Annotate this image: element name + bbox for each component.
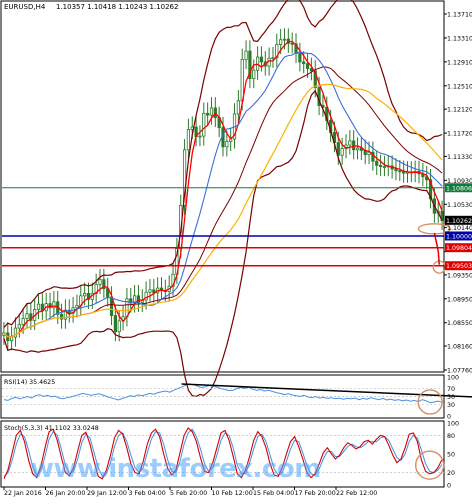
candle-body — [225, 141, 229, 148]
candle-body — [25, 313, 29, 319]
y-tick-label: 1.10530 — [447, 202, 472, 209]
trading-chart-window: EURUSD,H4 1.10357 1.10418 1.10243 1.1026… — [0, 0, 472, 500]
candle-body — [340, 148, 344, 156]
candle-body — [259, 56, 264, 63]
candle-body — [209, 107, 214, 116]
y-tick-label: 1.10140 — [447, 225, 472, 232]
x-tick-label: 26 Jan 20:00 — [46, 490, 86, 497]
y-tick-label: 1.08160 — [447, 344, 472, 351]
price-tag-label: 1.10000 — [446, 233, 472, 240]
stoch-title: Stoch(5,3,3) 41.1102 33.0248 — [4, 425, 99, 432]
y-tick-label: 1.13710 — [447, 12, 472, 19]
candle-body — [113, 315, 117, 333]
price-tag-label: 1.09804 — [446, 245, 472, 252]
candle-body — [98, 279, 102, 285]
candle-body — [252, 69, 256, 80]
candle-body — [290, 42, 294, 45]
current-price-tag: 1.10262 — [446, 218, 472, 225]
candle-body — [186, 129, 191, 151]
candle-body — [202, 112, 206, 137]
rsi-y-tick-label: 0 — [447, 414, 451, 421]
y-tick-label: 1.12510 — [447, 83, 472, 90]
candle-body — [10, 336, 14, 342]
chart-canvas: EURUSD,H4 1.10357 1.10418 1.10243 1.1026… — [0, 0, 472, 500]
candle-body — [378, 164, 383, 167]
candle-body — [352, 140, 356, 151]
y-tick-label: 1.12910 — [447, 59, 472, 66]
x-tick-label: 22 Feb 12:00 — [336, 490, 377, 497]
candle-body — [348, 140, 352, 146]
x-tick-label: 29 Jan 12:00 — [87, 490, 127, 497]
rsi-y-tick-label: 100 — [447, 375, 459, 382]
y-tick-label: 1.13310 — [447, 35, 472, 42]
projection-arrow-2 — [437, 250, 440, 265]
price-tag-label: 1.10806 — [446, 185, 472, 192]
y-tick-label: 1.12120 — [447, 107, 472, 114]
stoch-y-tick-label: 80 — [447, 433, 455, 440]
x-tick-label: 3 Feb 04:00 — [129, 490, 166, 497]
candle-body — [148, 289, 152, 293]
candle-body — [271, 57, 275, 60]
candle-body — [240, 59, 244, 102]
y-tick-label: 1.11330 — [447, 154, 472, 161]
candle-body — [198, 135, 202, 138]
rsi-y-tick-label: 70 — [447, 386, 455, 393]
rsi-y-tick-label: 50 — [447, 394, 455, 401]
candle-body — [394, 168, 398, 172]
y-tick-label: 1.11720 — [447, 131, 472, 138]
candle-body — [302, 61, 306, 65]
rsi-title: RSI(14) 35.4625 — [4, 379, 55, 386]
candle-body — [282, 38, 287, 41]
candle-body — [21, 318, 25, 325]
y-tick-label: 1.08950 — [447, 296, 472, 303]
candle-body — [52, 301, 56, 309]
candle-body — [236, 100, 240, 115]
candle-body — [298, 53, 302, 63]
candle-body — [398, 170, 402, 173]
stoch-y-tick-label: 20 — [447, 470, 455, 477]
x-tick-label: 5 Feb 20:00 — [170, 490, 207, 497]
candle-body — [83, 293, 87, 297]
price-tag-label: 1.09503 — [446, 263, 472, 270]
candle-body — [36, 303, 41, 310]
x-tick-label: 17 Feb 20:00 — [295, 490, 336, 497]
watermark-text: www.instaforex.com — [30, 454, 321, 484]
rsi-y-tick-label: 30 — [447, 402, 455, 409]
stoch-y-tick-label: 50 — [447, 452, 455, 459]
y-tick-label: 1.09350 — [447, 272, 472, 279]
candle-body — [355, 147, 360, 151]
candle-body — [305, 63, 310, 69]
candle-body — [117, 320, 121, 333]
x-tick-label: 10 Feb 12:00 — [212, 490, 253, 497]
candle-body — [206, 112, 210, 116]
candle-body — [375, 160, 379, 166]
x-tick-label: 22 Jan 2016 — [4, 490, 42, 497]
stoch-y-tick-label: 100 — [447, 421, 459, 428]
y-tick-label: 1.08550 — [447, 320, 472, 327]
y-tick-label: 1.07760 — [447, 368, 472, 375]
candle-body — [17, 324, 21, 329]
candle-body — [382, 166, 387, 168]
chart-ohlc-values: 1.10357 1.10418 1.10243 1.10262 — [56, 3, 178, 11]
chart-title: EURUSD,H4 — [4, 3, 46, 11]
x-tick-label: 15 Feb 04:00 — [253, 490, 294, 497]
stoch-y-tick-label: 0 — [447, 483, 451, 490]
candle-body — [279, 39, 283, 45]
candle-body — [244, 50, 248, 60]
